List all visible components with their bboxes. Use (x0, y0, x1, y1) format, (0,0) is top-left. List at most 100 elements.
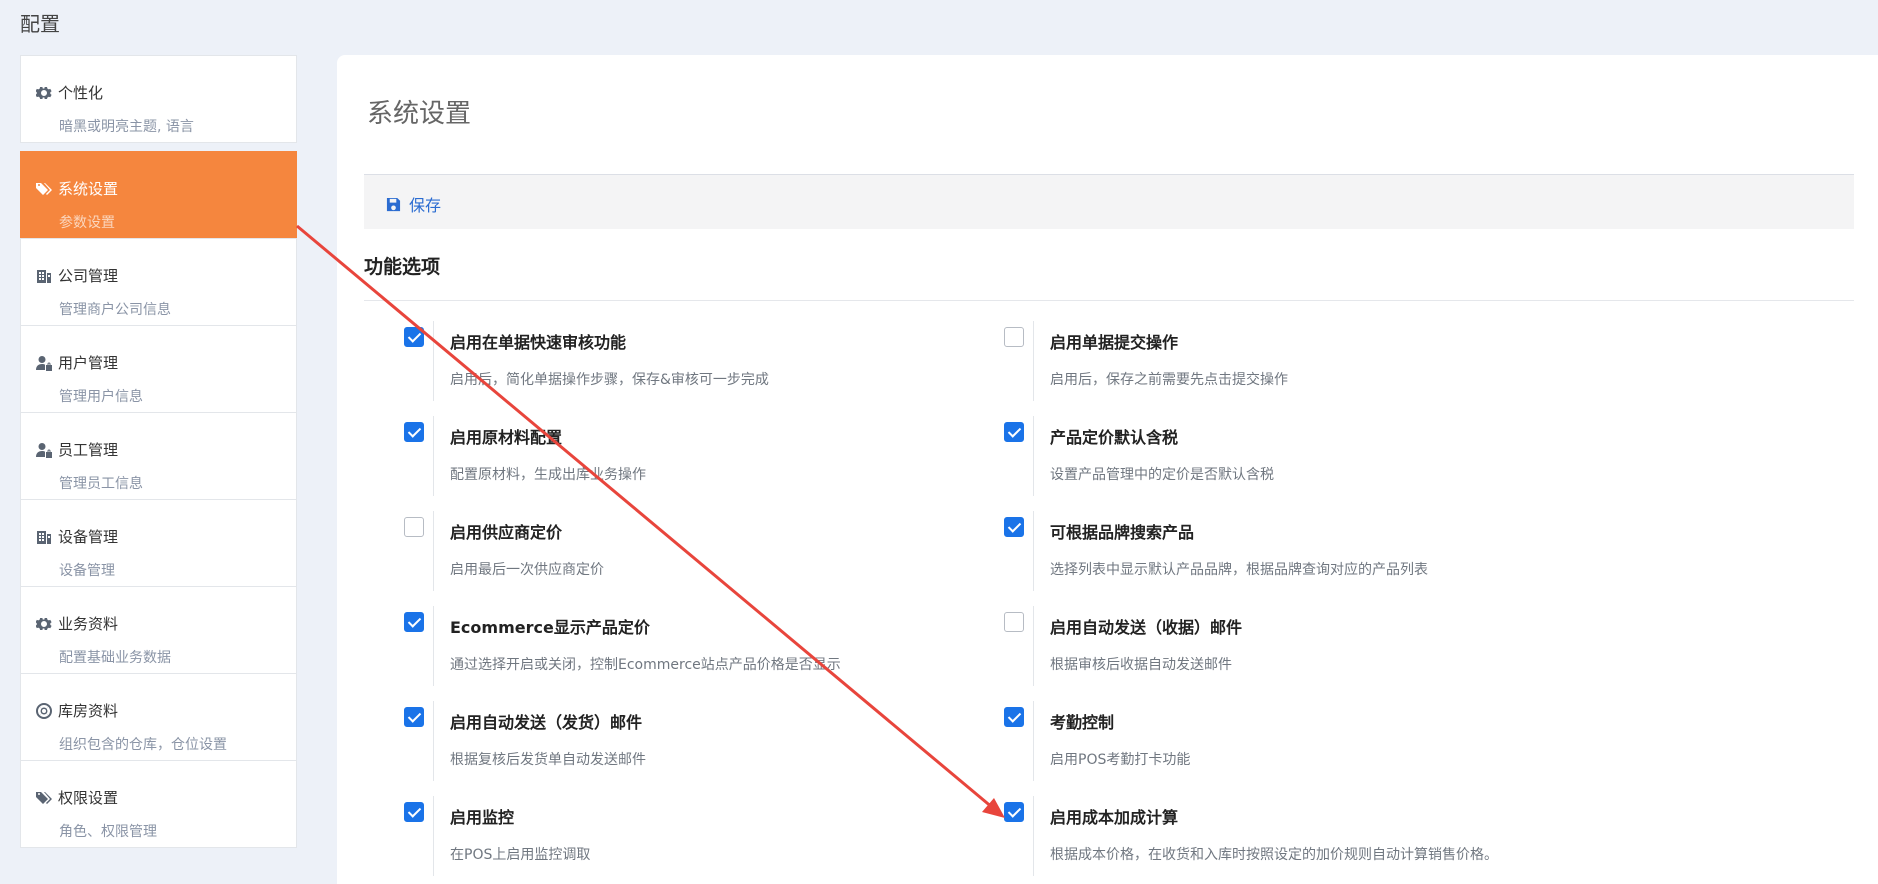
sidebar-item-devices[interactable]: 设备管理 设备管理 (20, 499, 297, 587)
feature-checkbox[interactable] (1004, 802, 1024, 822)
feature-label: Ecommerce显示产品定价 (450, 618, 650, 637)
feature-option: 启用在单据快速审核功能启用后，简化单据操作步骤，保存&审核可一步完成 (404, 321, 964, 405)
feature-option: 可根据品牌搜索产品 选择列表中显示默认产品品牌，根据品牌查询对应的产品列表 (1004, 511, 1564, 595)
feature-option: Ecommerce显示产品定价通过选择开启或关闭，控制Ecommerce站点产品… (404, 606, 964, 690)
feature-description: 设置产品管理中的定价是否默认含税 (1050, 467, 1274, 483)
feature-option: 启用单据提交操作启用后，保存之前需要先点击提交操作 (1004, 321, 1564, 405)
feature-checkbox[interactable] (404, 327, 424, 347)
sidebar-item-label: 员工管理 (58, 441, 119, 459)
sidebar-item-label: 设备管理 (58, 528, 119, 546)
feature-label: 启用单据提交操作 (1050, 333, 1179, 352)
feature-checkbox[interactable] (1004, 612, 1024, 632)
option-divider (1033, 606, 1034, 686)
feature-description: 通过选择开启或关闭，控制Ecommerce站点产品价格是否显示 (450, 657, 841, 673)
section-title: 功能选项 (364, 256, 441, 278)
sidebar-item-label: 系统设置 (58, 180, 119, 198)
option-divider (433, 511, 434, 591)
option-divider (433, 416, 434, 496)
feature-checkbox[interactable] (404, 612, 424, 632)
feature-checkbox[interactable] (1004, 707, 1024, 727)
settings-sidebar: 个性化 暗黑或明亮主题, 语言 系统设置 参数设置 公司管理 管理商户公司信息 … (20, 55, 297, 848)
feature-description: 启用后，简化单据操作步骤，保存&审核可一步完成 (450, 372, 769, 388)
section-divider (364, 300, 1854, 301)
save-button[interactable]: 保存 (386, 192, 441, 216)
sidebar-item-business-data[interactable]: 业务资料 配置基础业务数据 (20, 586, 297, 674)
feature-description: 在POS上启用监控调取 (450, 847, 591, 863)
building-icon (36, 529, 52, 545)
sidebar-item-label: 公司管理 (58, 267, 119, 285)
user-lock-icon (36, 355, 52, 371)
sidebar-item-permissions[interactable]: 权限设置 角色、权限管理 (20, 760, 297, 848)
option-divider (1033, 701, 1034, 781)
sidebar-item-system-settings[interactable]: 系统设置 参数设置 (20, 151, 297, 239)
feature-checkbox[interactable] (1004, 422, 1024, 442)
feature-option: 启用原材料配置配置原材料，生成出库业务操作 (404, 416, 964, 500)
option-divider (433, 701, 434, 781)
feature-label: 启用成本加成计算 (1050, 808, 1179, 827)
option-divider (433, 321, 434, 401)
building-icon (36, 268, 52, 284)
panel-title: 系统设置 (367, 99, 472, 129)
lifebuoy-icon (36, 702, 52, 719)
option-divider (1033, 416, 1034, 496)
feature-checkbox[interactable] (404, 707, 424, 727)
user-lock-icon (36, 442, 52, 458)
feature-label: 产品定价默认含税 (1050, 428, 1179, 447)
sidebar-item-label: 业务资料 (58, 615, 119, 633)
sidebar-item-subtitle: 角色、权限管理 (59, 824, 157, 840)
feature-option: 启用监控在POS上启用监控调取 (404, 796, 964, 880)
sidebar-item-company[interactable]: 公司管理 管理商户公司信息 (20, 238, 297, 326)
feature-description: 根据复核后发货单自动发送邮件 (450, 752, 646, 768)
page-title: 配置 (20, 12, 60, 36)
sidebar-item-subtitle: 暗黑或明亮主题, 语言 (59, 119, 194, 135)
sidebar-item-label: 权限设置 (58, 789, 119, 807)
toolbar: 保存 (364, 174, 1854, 229)
option-divider (1033, 511, 1034, 591)
sidebar-item-employees[interactable]: 员工管理 管理员工信息 (20, 412, 297, 500)
sidebar-item-subtitle: 配置基础业务数据 (59, 650, 171, 666)
sidebar-item-subtitle: 组织包含的仓库，仓位设置 (59, 737, 227, 753)
feature-label: 启用自动发送（收据）邮件 (1050, 618, 1243, 637)
tags-icon (36, 790, 52, 806)
sidebar-item-subtitle: 管理用户信息 (59, 389, 143, 405)
option-divider (433, 796, 434, 876)
tags-icon (36, 181, 52, 197)
feature-description: 启用POS考勤打卡功能 (1050, 752, 1191, 768)
option-divider (433, 606, 434, 686)
floppy-disk-icon (386, 197, 401, 211)
feature-option: 启用供应商定价启用最后一次供应商定价 (404, 511, 964, 595)
feature-label: 考勤控制 (1050, 713, 1115, 732)
option-divider (1033, 796, 1034, 876)
feature-label: 启用原材料配置 (450, 428, 563, 447)
sidebar-item-subtitle: 参数设置 (59, 215, 115, 231)
feature-description: 根据审核后收据自动发送邮件 (1050, 657, 1232, 673)
feature-option: 启用自动发送（发货）邮件 根据复核后发货单自动发送邮件 (404, 701, 964, 785)
sidebar-item-warehouse[interactable]: 库房资料 组织包含的仓库，仓位设置 (20, 673, 297, 761)
sidebar-item-users[interactable]: 用户管理 管理用户信息 (20, 325, 297, 413)
gear-icon (35, 85, 52, 101)
gear-icon (35, 616, 52, 632)
feature-checkbox[interactable] (404, 517, 424, 537)
feature-checkbox[interactable] (1004, 517, 1024, 537)
sidebar-item-label: 个性化 (58, 84, 104, 102)
feature-description: 配置原材料，生成出库业务操作 (450, 467, 646, 483)
sidebar-item-label: 用户管理 (58, 354, 119, 372)
feature-label: 启用在单据快速审核功能 (450, 333, 627, 352)
feature-option: 产品定价默认含税设置产品管理中的定价是否默认含税 (1004, 416, 1564, 500)
feature-checkbox[interactable] (1004, 327, 1024, 347)
feature-description: 启用最后一次供应商定价 (450, 562, 604, 578)
sidebar-item-subtitle: 管理商户公司信息 (59, 302, 171, 318)
feature-option: 启用成本加成计算根据成本价格，在收货和入库时按照设定的加价规则自动计算销售价格。 (1004, 796, 1564, 880)
feature-option: 考勤控制启用POS考勤打卡功能 (1004, 701, 1564, 785)
feature-label: 启用供应商定价 (450, 523, 563, 542)
sidebar-item-personalization[interactable]: 个性化 暗黑或明亮主题, 语言 (20, 55, 297, 143)
feature-checkbox[interactable] (404, 802, 424, 822)
feature-description: 根据成本价格，在收货和入库时按照设定的加价规则自动计算销售价格。 (1050, 847, 1498, 863)
feature-label: 启用监控 (450, 808, 515, 827)
feature-description: 启用后，保存之前需要先点击提交操作 (1050, 372, 1288, 388)
feature-option: 启用自动发送（收据）邮件 根据审核后收据自动发送邮件 (1004, 606, 1564, 690)
feature-label: 启用自动发送（发货）邮件 (450, 713, 643, 732)
feature-description: 选择列表中显示默认产品品牌，根据品牌查询对应的产品列表 (1050, 562, 1428, 578)
system-settings-panel: 系统设置 保存 功能选项 启用在单据快速审核功能启用后，简化单据操作步骤，保存&… (337, 55, 1878, 884)
feature-checkbox[interactable] (404, 422, 424, 442)
